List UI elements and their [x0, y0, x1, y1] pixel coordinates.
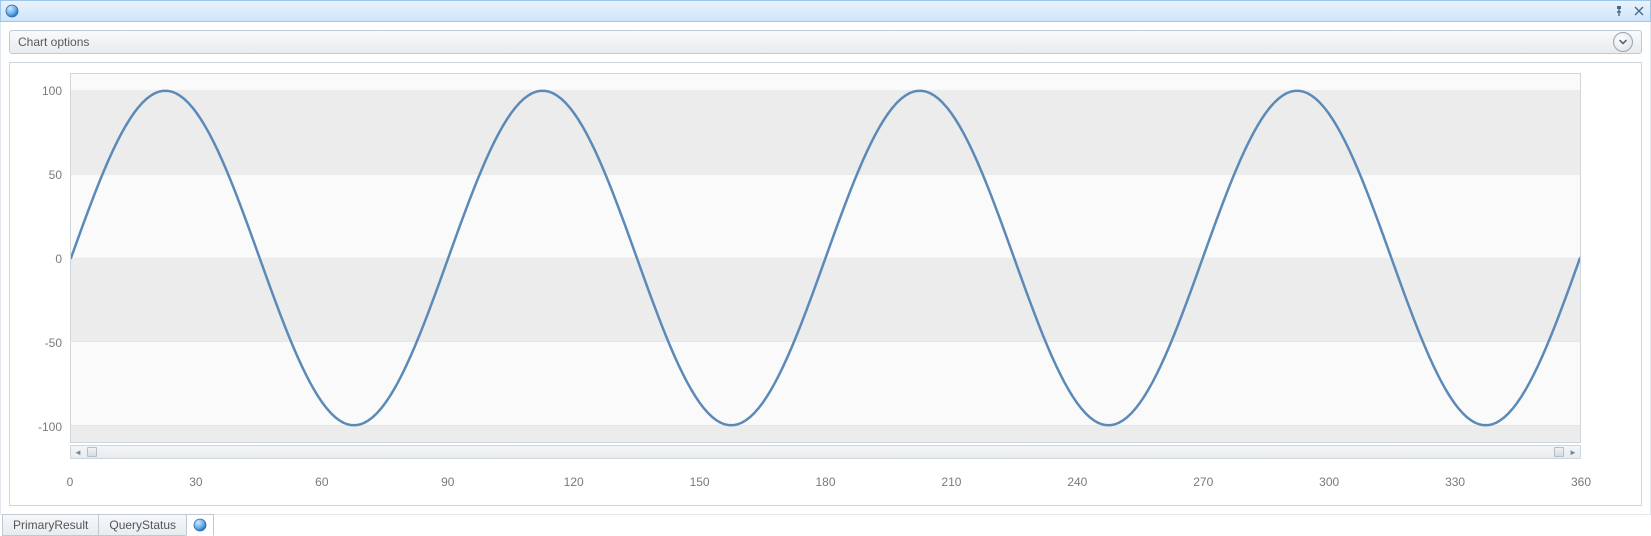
- chart-frame: -100-50050100 ◄ ►: [9, 62, 1642, 506]
- scroll-thumb-right[interactable]: [1554, 447, 1564, 457]
- x-tick-label: 360: [1571, 475, 1591, 489]
- x-tick-label: 150: [690, 475, 710, 489]
- x-tick-label: 30: [189, 475, 202, 489]
- tab-primary-result-label: PrimaryResult: [13, 518, 88, 532]
- tab-query-status[interactable]: QueryStatus: [98, 514, 187, 536]
- tab-chart[interactable]: [186, 514, 214, 536]
- plot-area[interactable]: [70, 73, 1581, 443]
- x-tick-label: 0: [67, 475, 74, 489]
- panel-body: Chart options -100-50050100: [0, 22, 1651, 514]
- x-tick-label: 120: [564, 475, 584, 489]
- result-tabstrip: PrimaryResult QueryStatus: [0, 514, 1651, 536]
- x-tick-label: 270: [1193, 475, 1213, 489]
- scroll-track[interactable]: [85, 446, 1566, 458]
- scroll-left-icon[interactable]: ◄: [71, 446, 85, 458]
- expand-options-button[interactable]: [1613, 32, 1633, 52]
- tool-window: Chart options -100-50050100: [0, 0, 1651, 536]
- scroll-thumb-left[interactable]: [87, 447, 97, 457]
- x-tick-label: 180: [815, 475, 835, 489]
- range-scroller[interactable]: ◄ ►: [70, 445, 1581, 459]
- titlebar[interactable]: [0, 0, 1651, 22]
- chart-inner: ◄ ► 0 30 60 90 120 150 180 210 240 270 300 330 360: [10, 63, 1641, 505]
- close-icon[interactable]: [1632, 4, 1646, 18]
- x-tick-label: 330: [1445, 475, 1465, 489]
- x-tick-label: 300: [1319, 475, 1339, 489]
- globe-icon: [193, 518, 207, 532]
- globe-icon: [5, 4, 19, 18]
- x-tick-label: 210: [941, 475, 961, 489]
- x-tick-label: 90: [441, 475, 454, 489]
- tab-query-status-label: QueryStatus: [109, 518, 176, 532]
- x-tick-label: 240: [1067, 475, 1087, 489]
- chart-options-header[interactable]: Chart options: [9, 30, 1642, 54]
- x-axis-labels: 0306090120150180210240270300330360: [70, 471, 1581, 497]
- tab-primary-result[interactable]: PrimaryResult: [2, 514, 99, 536]
- scroll-right-icon[interactable]: ►: [1566, 446, 1580, 458]
- chart-options-label: Chart options: [18, 35, 89, 49]
- x-tick-label: 60: [315, 475, 328, 489]
- pin-icon[interactable]: [1612, 4, 1626, 18]
